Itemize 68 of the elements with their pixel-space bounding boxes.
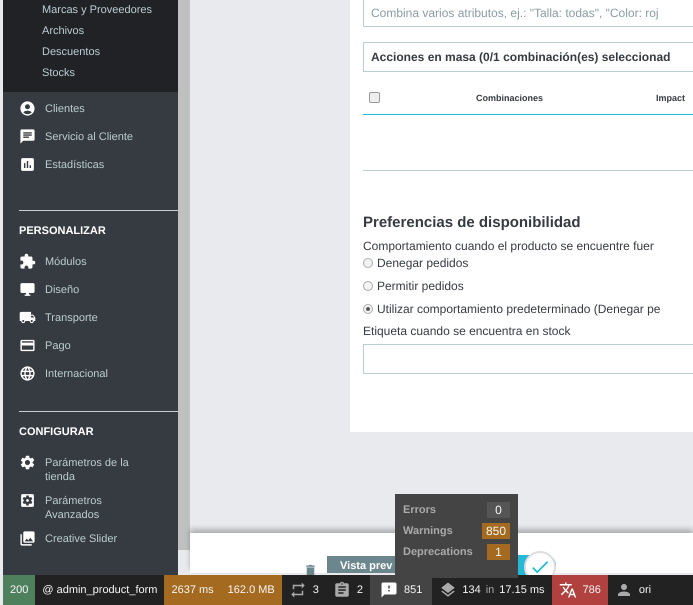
count-badge: 1 [487,544,510,560]
chat-icon [19,128,36,145]
query-count: 134 [462,584,481,596]
submenu-item[interactable]: Stocks [42,63,178,84]
sidebar-item[interactable]: Servicio al Cliente [3,124,178,152]
puzzle-icon [19,253,36,270]
submenu-item[interactable]: Marcas y Proveedores [42,0,178,21]
sidebar-item[interactable]: Internacional [3,361,178,389]
clipboard-icon [332,581,351,599]
sidebar-item[interactable]: Clientes [3,96,178,124]
memory-usage: 162.0 MB [228,584,275,596]
sidebar-item[interactable]: Creative Slider [3,526,178,554]
radio-button[interactable] [363,258,373,268]
preview-button[interactable]: Vista prev [327,556,395,573]
sidebar-item[interactable]: Transporte [3,305,178,333]
truck-icon [19,309,36,326]
section-heading: PERSONALIZAR [18,225,107,239]
trash-icon[interactable] [303,563,318,578]
log-type-label: Errors [403,504,436,516]
query-in-label: in [486,584,494,596]
repeat-icon [288,581,307,599]
user-name: ori [638,584,652,596]
route-name: @ admin_product_form [42,584,158,596]
submenu-item[interactable]: Archivos [42,21,178,42]
settings-icon [19,454,36,471]
credit-card-icon [19,337,36,354]
alert-icon [380,581,398,599]
in-stock-label-field[interactable] [363,344,693,374]
monitor-icon [19,281,36,298]
translate-icon [558,581,577,599]
section-heading: CONFIGURAR [18,426,95,440]
radio-button[interactable] [363,281,373,291]
sidebar-item[interactable]: Módulos [3,249,178,277]
section-title: Preferencias de disponibilidad [363,214,582,231]
chart-icon [19,156,36,173]
images-icon [19,530,36,547]
count-badge: 850 [482,523,510,539]
bulk-actions-dropdown[interactable]: Acciones en masa (0/1 combinación(es) seleccionad [363,42,693,72]
column-header: Impact [656,92,686,102]
select-all-checkbox[interactable] [369,92,380,103]
sidebar-item[interactable]: Parámetros Avanzados [3,488,178,526]
submenu-item[interactable]: Descuentos [42,42,178,63]
field-label: Etiqueta cuando se encuentra en stock [363,324,572,338]
layers-icon [439,581,458,599]
sidebar-item[interactable]: Diseño [3,277,178,305]
radio-label: Denegar pedidos [377,256,468,270]
radio-label: Utilizar comportamiento predeterminado (Denegar pe [377,302,660,316]
log-count: 851 [404,584,422,596]
request-time: 2637 ms [171,584,214,596]
log-type-label: Deprecations [403,546,473,558]
globe-icon [19,365,36,382]
user-icon [19,100,36,117]
sidebar-item[interactable]: Pago [3,333,178,361]
scrollbar[interactable] [178,0,190,550]
forms-count: 3 [312,584,319,596]
status-code: 200 [3,575,36,605]
settings-icon [19,492,36,509]
sidebar-item[interactable]: Estadísticas [3,152,178,180]
log-type-label: Warnings [403,525,453,537]
radio-button[interactable] [363,304,373,314]
column-header: Combinaciones [476,92,544,102]
field-label: Comportamiento cuando el producto se encuentre fuer [363,239,655,253]
radio-label: Permitir pedidos [377,279,464,293]
logs-count: 2 [356,584,364,596]
sidebar-item[interactable]: Parámetros de la tienda [3,450,178,488]
translation-count: 786 [582,584,601,596]
count-badge: 0 [487,502,510,518]
query-time: 17.15 ms [499,584,545,596]
